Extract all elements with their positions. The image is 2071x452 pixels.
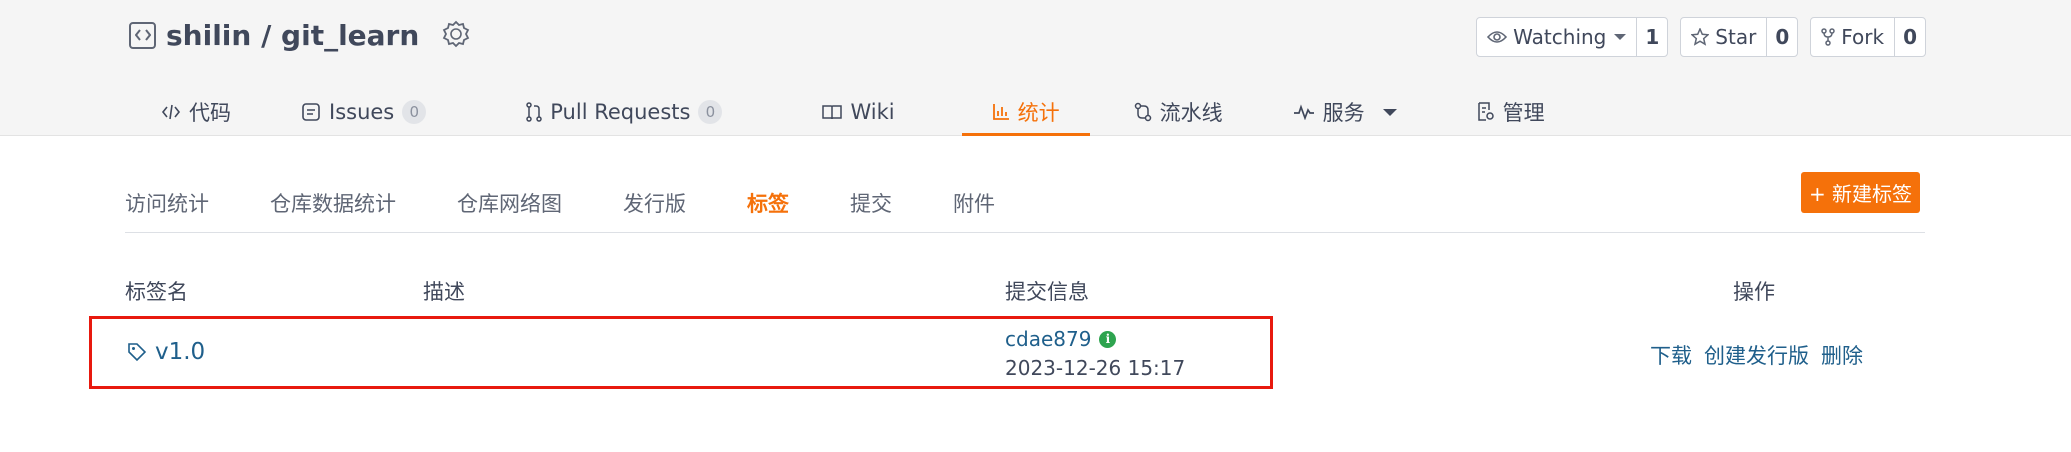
watch-button-group[interactable]: Watching 1: [1476, 17, 1669, 57]
commit-sha-text: cdae879: [1005, 327, 1092, 351]
subtab-network-graph[interactable]: 仓库网络图: [457, 188, 562, 220]
tab-services[interactable]: 服务: [1253, 88, 1427, 136]
info-icon[interactable]: i: [1099, 330, 1117, 348]
tag-name-text: v1.0: [155, 339, 206, 365]
star-icon: [1691, 28, 1710, 46]
tags-table-header: 标签名 描述 提交信息 操作: [0, 276, 2071, 306]
wiki-icon: [822, 105, 843, 120]
delete-link[interactable]: 删除: [1821, 340, 1863, 370]
star-button-group[interactable]: Star 0: [1680, 17, 1799, 57]
subtab-attachments[interactable]: 附件: [953, 188, 995, 220]
tab-label: 代码: [189, 101, 231, 125]
tab-issues[interactable]: Issues 0: [261, 88, 456, 136]
tab-wiki[interactable]: Wiki: [752, 88, 924, 136]
header-operations: 操作: [1733, 280, 1775, 304]
repository-icon: [129, 21, 156, 49]
row-operations: 下载 创建发行版 删除: [1650, 340, 1863, 370]
new-tag-button[interactable]: + 新建标签: [1801, 172, 1920, 213]
header-commit-info: 提交信息: [1005, 280, 1089, 304]
commit-sha-link[interactable]: cdae879 i: [1005, 327, 1117, 351]
subtab-tags[interactable]: 标签: [747, 188, 789, 220]
header-description: 描述: [423, 280, 465, 304]
star-button[interactable]: Star: [1681, 18, 1766, 56]
settings-doc-icon: [1477, 102, 1494, 121]
fork-count[interactable]: 0: [1894, 18, 1925, 56]
tab-label: 统计: [1017, 101, 1060, 125]
create-release-link[interactable]: 创建发行版: [1704, 340, 1809, 370]
chevron-down-icon: [1614, 34, 1627, 40]
star-count[interactable]: 0: [1766, 18, 1797, 56]
repo-name[interactable]: shilin / git_learn: [166, 19, 419, 52]
watch-count[interactable]: 1: [1636, 18, 1667, 56]
tab-label: 服务: [1322, 101, 1365, 125]
subtab-repo-data-stats[interactable]: 仓库数据统计: [270, 188, 396, 220]
tag-name-link[interactable]: v1.0: [127, 339, 205, 365]
issues-count: 0: [402, 100, 427, 124]
fork-button[interactable]: Fork: [1811, 18, 1894, 56]
watch-button[interactable]: Watching: [1477, 18, 1636, 56]
download-link[interactable]: 下载: [1650, 340, 1692, 370]
fork-label: Fork: [1841, 25, 1885, 49]
pull-requests-count: 0: [698, 100, 723, 124]
tab-manage[interactable]: 管理: [1427, 88, 1575, 136]
pull-request-icon: [526, 102, 542, 122]
subtab-visit-stats[interactable]: 访问统计: [125, 188, 209, 220]
code-icon: [161, 104, 181, 120]
fork-icon: [1821, 28, 1835, 46]
pulse-icon: [1293, 104, 1314, 120]
tab-code[interactable]: 代码: [129, 88, 261, 136]
tab-pull-requests[interactable]: Pull Requests 0: [456, 88, 752, 136]
statistics-sub-tabs: 访问统计 仓库数据统计 仓库网络图 发行版 标签 提交 附件: [125, 188, 1925, 233]
tab-statistics[interactable]: 统计: [961, 88, 1090, 136]
fork-button-group[interactable]: Fork 0: [1810, 17, 1926, 57]
award-badge-icon[interactable]: [441, 20, 471, 50]
issues-icon: [302, 103, 320, 121]
repo-title: shilin / git_learn: [129, 17, 471, 53]
watch-label: Watching: [1513, 25, 1607, 49]
eye-icon: [1487, 31, 1508, 43]
tab-label: Pull Requests: [550, 100, 691, 124]
subtab-commits[interactable]: 提交: [850, 188, 892, 220]
tab-label: Issues: [329, 100, 395, 124]
pipeline-icon: [1134, 102, 1151, 122]
tab-pipeline[interactable]: 流水线: [1090, 88, 1253, 136]
tab-label: 管理: [1502, 101, 1545, 125]
commit-date: 2023-12-26 15:17: [1005, 356, 1186, 380]
subtab-releases[interactable]: 发行版: [623, 188, 686, 220]
repo-header: shilin / git_learn Watching 1 Star 0 For…: [0, 0, 2071, 136]
repo-nav-tabs: 代码 Issues 0 Pull Requests 0 Wiki 统计 流水线 …: [129, 88, 1575, 136]
star-label: Star: [1715, 25, 1757, 49]
header-tag-name: 标签名: [125, 280, 188, 304]
chart-icon: [992, 104, 1009, 120]
tab-label: 流水线: [1159, 101, 1223, 125]
tab-label: Wiki: [850, 100, 895, 124]
chevron-down-icon: [1382, 108, 1397, 116]
tag-icon: [128, 343, 147, 362]
